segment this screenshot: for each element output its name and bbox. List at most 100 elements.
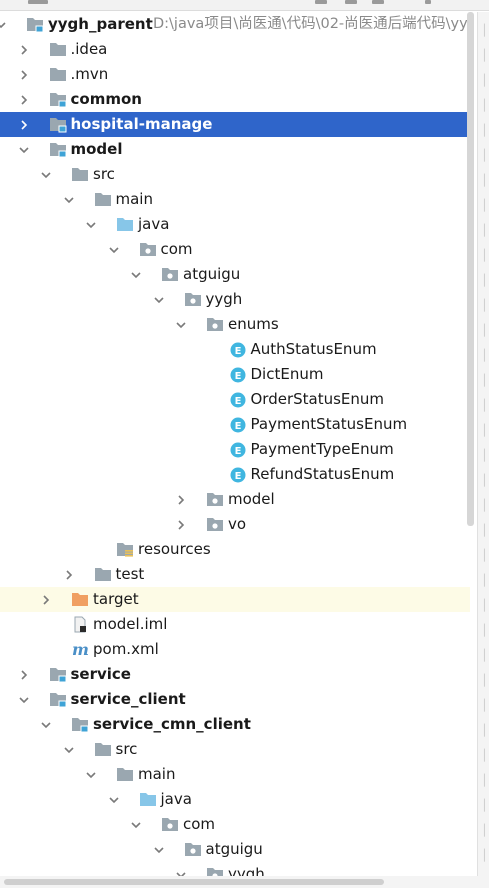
tree-item-label: RefundStatusEnum (250, 465, 395, 483)
chevron-down-icon[interactable] (152, 287, 166, 312)
tree-item-label: main (138, 765, 176, 783)
svg-text:E: E (234, 421, 241, 432)
tree-row-mvn[interactable]: .mvn (0, 62, 470, 87)
chevron-down-icon[interactable] (39, 712, 53, 737)
folder-icon (71, 166, 89, 183)
tree-row-model-com[interactable]: com (0, 237, 470, 262)
chevron-down-icon[interactable] (129, 812, 143, 837)
tree-item-label: target (93, 590, 139, 608)
chevron-down-icon[interactable] (152, 837, 166, 862)
chevron-down-icon[interactable] (107, 787, 121, 812)
chevron-down-icon[interactable] (62, 737, 76, 762)
chevron-right-icon[interactable] (17, 112, 31, 137)
tree-row-model-atguigu[interactable]: atguigu (0, 262, 470, 287)
chevron-down-icon[interactable] (129, 262, 143, 287)
tree-row-enums[interactable]: enums (0, 312, 470, 337)
package-icon (206, 316, 224, 333)
chevron-down-icon[interactable] (174, 312, 188, 337)
chevron-right-icon[interactable] (62, 562, 76, 587)
tree-row-target[interactable]: target (0, 587, 470, 612)
tree-row-scc-yygh[interactable]: yygh (0, 862, 470, 876)
tree-row-resources[interactable]: resources (0, 537, 470, 562)
gutter-line-marker: │ (481, 549, 488, 562)
gutter-line-marker: │ (481, 99, 488, 112)
tree-row-PaymentStatusEnum[interactable]: E PaymentStatusEnum (0, 412, 470, 437)
chevron-right-icon[interactable] (17, 37, 31, 62)
gutter-line-marker: │ (481, 249, 488, 262)
tree-item-label: PaymentTypeEnum (250, 440, 394, 458)
tree-row-scc-src[interactable]: src (0, 737, 470, 762)
gutter-line-marker: │ (481, 49, 488, 62)
tree-row-model-java[interactable]: java (0, 212, 470, 237)
tree-row-model-yygh[interactable]: yygh (0, 287, 470, 312)
tree-row-service[interactable]: service (0, 662, 470, 687)
tree-row-model[interactable]: model (0, 137, 470, 162)
tree-row-scc-atguigu[interactable]: atguigu (0, 837, 470, 862)
chevron-down-icon[interactable] (174, 862, 188, 876)
tree-row-service_cmn_client[interactable]: service_cmn_client (0, 712, 470, 737)
gutter-line-marker: │ (481, 149, 488, 162)
gutter-line-marker: │ (481, 499, 488, 512)
chevron-down-icon[interactable] (39, 162, 53, 187)
tree-row-model-pkg[interactable]: model (0, 487, 470, 512)
tree-row-vo[interactable]: vo (0, 512, 470, 537)
tree-row-scc-com[interactable]: com (0, 812, 470, 837)
tree-item-label: model (70, 140, 123, 158)
gutter-line-marker: │ (481, 299, 488, 312)
tree-item-label: com (160, 240, 193, 258)
chevron-right-icon[interactable] (17, 62, 31, 87)
tree-row-AuthStatusEnum[interactable]: E AuthStatusEnum (0, 337, 470, 362)
horizontal-scrollbar[interactable] (0, 876, 489, 888)
horizontal-scrollbar-thumb[interactable] (4, 879, 384, 885)
gutter-line-marker: │ (481, 449, 488, 462)
chevron-right-icon[interactable] (174, 487, 188, 512)
tree-row-model-main[interactable]: main (0, 187, 470, 212)
tree-item-label: DictEnum (250, 365, 324, 383)
folder-icon (116, 766, 134, 783)
gutter-line-marker: │ (481, 324, 488, 337)
tree-row-idea[interactable]: .idea (0, 37, 470, 62)
tree-row-DictEnum[interactable]: E DictEnum (0, 362, 470, 387)
module-folder-icon (49, 116, 67, 133)
module-folder-icon (26, 16, 44, 33)
chevron-down-icon[interactable] (62, 187, 76, 212)
chevron-down-icon[interactable] (84, 212, 98, 237)
tree-row-yygh_parent[interactable]: yygh_parent D:\java项目\尚医通\代码\02-尚医通后端代码\y… (0, 12, 470, 37)
tree-row-model-iml[interactable]: model.iml (0, 612, 470, 637)
gutter-line-marker: │ (481, 524, 488, 537)
tree-item-label: test (115, 565, 145, 583)
chevron-down-icon[interactable] (0, 12, 8, 37)
chevron-right-icon[interactable] (17, 662, 31, 687)
gutter-line-marker: │ (481, 849, 488, 862)
chevron-down-icon[interactable] (17, 687, 31, 712)
package-icon (161, 266, 179, 283)
tree-row-model-src[interactable]: src (0, 162, 470, 187)
chevron-right-icon[interactable] (39, 587, 53, 612)
chevron-down-icon[interactable] (84, 762, 98, 787)
tree-row-PaymentTypeEnum[interactable]: E PaymentTypeEnum (0, 437, 470, 462)
tree-row-service_client[interactable]: service_client (0, 687, 470, 712)
chevron-down-icon[interactable] (107, 237, 121, 262)
tree-row-hospital-manage[interactable]: hospital-manage (0, 112, 470, 137)
chevron-right-icon[interactable] (174, 512, 188, 537)
tree-row-OrderStatusEnum[interactable]: E OrderStatusEnum (0, 387, 470, 412)
gutter-line-marker: │ (481, 824, 488, 837)
tree-row-RefundStatusEnum[interactable]: E RefundStatusEnum (0, 462, 470, 487)
tree-row-scc-java[interactable]: java (0, 787, 470, 812)
source-folder-icon (116, 216, 134, 233)
gutter-line-marker: │ (481, 399, 488, 412)
folder-icon (49, 41, 67, 58)
tree-item-label: atguigu (183, 265, 241, 283)
module-folder-icon (71, 716, 89, 733)
gutter-line-marker: │ (481, 349, 488, 362)
tree-row-scc-main[interactable]: main (0, 762, 470, 787)
vertical-scrollbar-thumb[interactable] (467, 12, 474, 526)
folder-icon (94, 191, 112, 208)
tree-row-common[interactable]: common (0, 87, 470, 112)
chevron-right-icon[interactable] (17, 87, 31, 112)
tree-row-pom[interactable]: m pom.xml (0, 637, 470, 662)
tree-row-model-test[interactable]: test (0, 562, 470, 587)
project-tree[interactable]: yygh_parent D:\java项目\尚医通\代码\02-尚医通后端代码\y… (0, 12, 470, 876)
chevron-down-icon[interactable] (17, 137, 31, 162)
toolbar-glyph (425, 0, 431, 4)
